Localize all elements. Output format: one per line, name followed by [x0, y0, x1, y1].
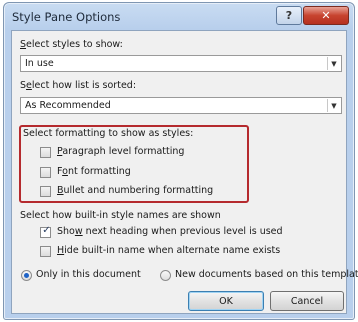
show-next-heading-checkbox[interactable]: ✓ — [40, 225, 51, 238]
new-documents-label[interactable]: New documents based on this template — [175, 269, 358, 280]
show-styles-select[interactable]: In use ▼ — [20, 55, 342, 72]
only-this-document-label[interactable]: Only in this document — [36, 269, 141, 280]
radio-selected-dot — [24, 273, 29, 278]
sort-order-value: As Recommended — [25, 100, 111, 111]
sort-order-label: Select how list is sorted: — [20, 80, 137, 91]
font-formatting-checkbox[interactable] — [40, 167, 51, 178]
close-icon: ✕ — [321, 9, 331, 22]
paragraph-formatting-label[interactable]: Paragraph level formatting — [57, 146, 184, 157]
font-formatting-label[interactable]: Font formatting — [57, 166, 131, 177]
bullet-formatting-label[interactable]: Bullet and numbering formatting — [57, 185, 213, 196]
dialog-body: Select styles to show: In use ▼ Select h… — [11, 30, 358, 314]
paragraph-formatting-checkbox[interactable] — [40, 147, 51, 158]
builtin-heading: Select how built-in style names are show… — [20, 210, 221, 221]
help-icon: ? — [285, 9, 293, 22]
formatting-heading: Select formatting to show as styles: — [23, 128, 194, 139]
check-icon: ✓ — [42, 225, 51, 236]
hide-builtin-name-label[interactable]: Hide built-in name when alternate name e… — [57, 245, 280, 256]
show-next-heading-label[interactable]: Show next heading when previous level is… — [57, 226, 283, 237]
bullet-formatting-checkbox[interactable] — [40, 186, 51, 197]
close-button[interactable]: ✕ — [303, 6, 349, 25]
show-styles-value: In use — [25, 58, 54, 69]
style-pane-options-dialog: Style Pane Options ? ✕ Select styles to … — [3, 2, 358, 320]
hide-builtin-name-checkbox[interactable] — [40, 246, 51, 257]
ok-button[interactable]: OK — [188, 291, 264, 311]
chevron-down-icon[interactable]: ▼ — [327, 57, 340, 70]
dialog-title: Style Pane Options — [12, 10, 121, 24]
show-styles-label: Select styles to show: — [20, 39, 123, 50]
cancel-button[interactable]: Cancel — [270, 291, 344, 311]
title-bar[interactable]: Style Pane Options ? ✕ — [4, 3, 354, 31]
help-button[interactable]: ? — [276, 6, 302, 25]
only-this-document-radio[interactable] — [21, 270, 32, 281]
sort-order-select[interactable]: As Recommended ▼ — [20, 97, 342, 114]
new-documents-radio[interactable] — [160, 270, 171, 281]
chevron-down-icon[interactable]: ▼ — [327, 99, 340, 112]
